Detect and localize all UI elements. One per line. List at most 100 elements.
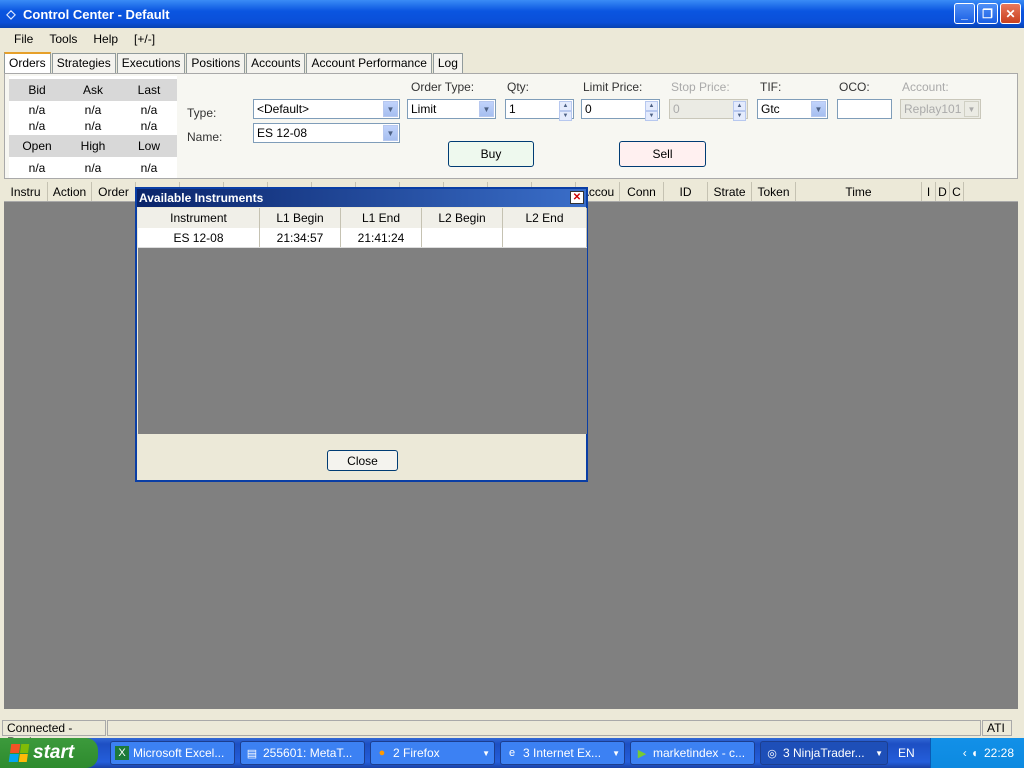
tab-accounts[interactable]: Accounts xyxy=(246,53,306,73)
high-label: High xyxy=(80,139,106,153)
type-select-value: <Default> xyxy=(257,102,310,116)
ask-label: Ask xyxy=(82,83,103,97)
buy-button[interactable]: Buy xyxy=(448,141,534,167)
close-icon[interactable]: ✕ xyxy=(570,191,584,204)
order-type-select[interactable]: Limit ▼ xyxy=(407,99,496,119)
tab-account-performance[interactable]: Account Performance xyxy=(306,53,432,73)
cell-l2-end xyxy=(503,228,587,247)
bid-label: Bid xyxy=(28,83,46,97)
last-size: n/a xyxy=(140,119,158,133)
name-label: Name: xyxy=(187,130,223,144)
col-l2-end[interactable]: L2 End xyxy=(503,208,587,228)
stop-price-stepper: 0 ▲ ▼ xyxy=(669,99,748,121)
col-strategy[interactable]: Strate xyxy=(708,182,752,201)
col-id[interactable]: ID xyxy=(664,182,708,201)
qty-label: Qty: xyxy=(507,80,530,94)
available-instruments-dialog: Available Instruments ✕ Instrument L1 Be… xyxy=(135,187,588,482)
language-indicator[interactable]: EN xyxy=(898,746,915,760)
cell-l1-end: 21:41:24 xyxy=(341,228,422,247)
connection-status: Connected - Replay xyxy=(2,720,106,749)
limit-price-value: 0 xyxy=(585,102,592,116)
speaker-icon[interactable]: ◖ xyxy=(971,746,978,760)
ati-status: ATI xyxy=(982,720,1012,736)
oco-input[interactable] xyxy=(837,99,892,119)
col-c[interactable]: C xyxy=(950,182,964,201)
tab-orders[interactable]: Orders xyxy=(4,52,51,73)
col-action[interactable]: Action xyxy=(48,182,92,201)
menu-toggle[interactable]: [+/-] xyxy=(126,32,163,46)
task-firefox[interactable]: ● 2 Firefox ▼ xyxy=(370,741,495,765)
menu-help[interactable]: Help xyxy=(85,32,126,46)
cell-l1-begin: 21:34:57 xyxy=(260,228,341,247)
instruments-grid: Instrument L1 Begin L1 End L2 Begin L2 E… xyxy=(138,208,587,434)
task-metatrader[interactable]: ▤ 255601: MetaT... xyxy=(240,741,365,765)
clock[interactable]: 22:28 xyxy=(984,746,1014,760)
task-marketindex[interactable]: ▶ marketindex - c... xyxy=(630,741,755,765)
task-ninjatrader[interactable]: ◎ 3 NinjaTrader... ▼ xyxy=(760,741,888,765)
menu-tools[interactable]: Tools xyxy=(41,32,85,46)
restore-button[interactable]: ❐ xyxy=(977,3,998,24)
col-time[interactable]: Time xyxy=(796,182,922,201)
tif-select[interactable]: Gtc ▼ xyxy=(757,99,828,119)
dialog-title: Available Instruments xyxy=(139,191,264,205)
limit-price-label: Limit Price: xyxy=(583,80,643,94)
account-value: Replay101 xyxy=(904,102,962,116)
menubar: File Tools Help [+/-] xyxy=(0,28,1024,50)
open-label: Open xyxy=(22,139,52,153)
dialog-close-button[interactable]: Close xyxy=(327,450,398,471)
close-window-button[interactable]: ✕ xyxy=(1000,3,1021,24)
col-l1-end[interactable]: L1 End xyxy=(341,208,422,228)
order-type-value: Limit xyxy=(411,102,437,116)
tab-log[interactable]: Log xyxy=(432,53,463,73)
col-connection[interactable]: Conn xyxy=(620,182,664,201)
col-token[interactable]: Token xyxy=(752,182,796,201)
tab-strategies[interactable]: Strategies xyxy=(51,53,116,73)
task-excel[interactable]: X Microsoft Excel... xyxy=(110,741,235,765)
col-instrument[interactable]: Instru xyxy=(4,182,48,201)
limit-price-stepper[interactable]: 0 ▲ ▼ xyxy=(581,99,660,121)
instrument-select[interactable]: ES 12-08 ▼ xyxy=(253,123,400,143)
internet-explorer-icon: e xyxy=(508,747,516,759)
qty-stepper[interactable]: 1 ▲ ▼ xyxy=(505,99,574,121)
status-message xyxy=(107,720,981,736)
tray-arrow-icon[interactable]: ‹ xyxy=(963,746,967,760)
quote-row-2: n/a n/a n/a xyxy=(9,118,177,134)
low-value: n/a xyxy=(140,161,158,175)
dialog-titlebar: Available Instruments ✕ xyxy=(137,189,586,207)
spinner-arrows-icon: ▲ ▼ xyxy=(733,101,746,121)
col-l1-begin[interactable]: L1 Begin xyxy=(260,208,341,228)
start-button[interactable]: start xyxy=(0,738,98,768)
sell-button[interactable]: Sell xyxy=(619,141,706,167)
spinner-arrows-icon[interactable]: ▲ ▼ xyxy=(559,101,572,121)
last-value: n/a xyxy=(140,103,158,117)
quote-box: Bid Ask Last n/a n/a n/a n/a n/a n/a Ope… xyxy=(9,76,177,178)
last-label: Last xyxy=(137,83,161,97)
col-order[interactable]: Order xyxy=(92,182,136,201)
page-icon: ▶ xyxy=(637,747,647,760)
table-row[interactable]: ES 12-08 21:34:57 21:41:24 xyxy=(138,228,587,248)
spinner-arrows-icon[interactable]: ▲ ▼ xyxy=(645,101,658,121)
type-select[interactable]: <Default> ▼ xyxy=(253,99,400,119)
task-label: 255601: MetaT... xyxy=(263,746,353,760)
ask-size: n/a xyxy=(84,119,102,133)
task-internet-explorer[interactable]: e 3 Internet Ex... ▼ xyxy=(500,741,625,765)
quote-row-1: n/a n/a n/a xyxy=(9,102,177,118)
tab-executions[interactable]: Executions xyxy=(116,53,186,73)
minimize-button[interactable]: _ xyxy=(954,3,975,24)
instruments-grid-header: Instrument L1 Begin L1 End L2 Begin L2 E… xyxy=(138,208,587,228)
bid-value: n/a xyxy=(28,103,46,117)
order-type-label: Order Type: xyxy=(411,80,475,94)
stop-price-label: Stop Price: xyxy=(671,80,730,94)
task-label: 2 Firefox xyxy=(393,746,440,760)
col-instrument[interactable]: Instrument xyxy=(138,208,260,228)
chevron-down-icon: ▼ xyxy=(811,101,826,117)
col-l2-begin[interactable]: L2 Begin xyxy=(422,208,503,228)
tab-positions[interactable]: Positions xyxy=(186,53,246,73)
quote-row-3: n/a n/a n/a xyxy=(9,160,177,176)
window-title: Control Center - Default xyxy=(23,6,170,22)
open-value: n/a xyxy=(28,161,46,175)
col-i[interactable]: I xyxy=(922,182,936,201)
menu-file[interactable]: File xyxy=(6,32,41,46)
bid-size: n/a xyxy=(28,119,46,133)
col-d[interactable]: D xyxy=(936,182,950,201)
